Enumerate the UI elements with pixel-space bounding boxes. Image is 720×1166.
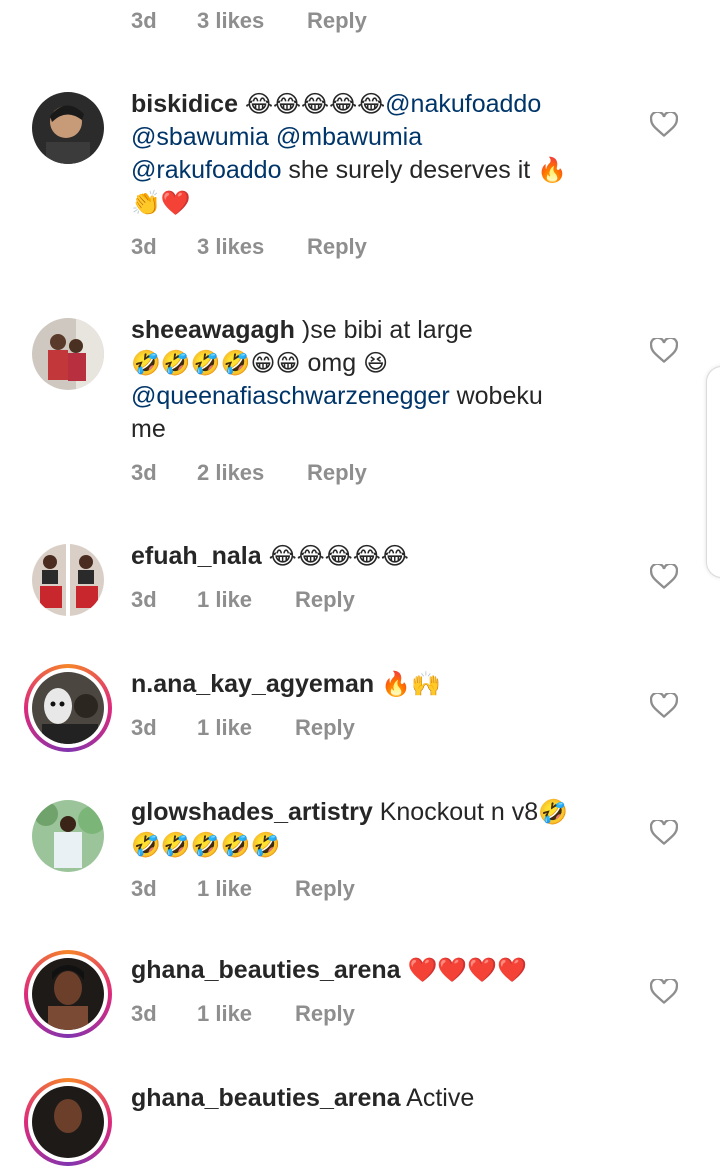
emoji-text: 😂😂😂😂😂 [268, 542, 409, 570]
avatar[interactable] [32, 800, 104, 872]
comment-username[interactable]: n.ana_kay_agyeman [131, 670, 374, 698]
avatar [32, 672, 104, 744]
heart-outline-icon[interactable] [650, 564, 678, 590]
avatar-story-ring[interactable] [24, 1078, 112, 1166]
emoji-text: 🔥🙌 [381, 670, 441, 698]
avatar[interactable] [32, 318, 104, 390]
comment-text: glowshades_artistry Knockout n v8🤣 🤣🤣🤣🤣🤣 [131, 796, 631, 862]
mention-link[interactable]: @rakufoaddo [131, 156, 281, 184]
avatar[interactable] [32, 92, 104, 164]
heart-outline-icon[interactable] [650, 338, 678, 364]
comment-likes[interactable]: 1 like [197, 876, 252, 902]
heart-outline-icon[interactable] [650, 693, 678, 719]
comment-likes[interactable]: 1 like [197, 1001, 252, 1027]
mention-link[interactable]: @mbawumia [276, 123, 422, 151]
comment-time: 3d [131, 8, 157, 33]
reply-button[interactable]: Reply [307, 8, 367, 34]
comment-body: she surely deserves it [281, 156, 538, 184]
comment-text: biskidice 😂😂😂😂😂@nakufoaddo @sbawumia @mb… [131, 88, 631, 220]
comment-body: )se bibi at large [294, 316, 473, 344]
emoji-text: 👏❤️ [131, 189, 191, 217]
mention-link[interactable]: @sbawumia [131, 123, 269, 151]
comment-body: wobeku [449, 382, 543, 410]
comment-username[interactable]: efuah_nala [131, 542, 262, 570]
comment-body: Knockout n v8 [372, 798, 539, 826]
reply-button[interactable]: Reply [295, 1001, 355, 1027]
emoji-text: 😂😂😂😂😂 [244, 90, 386, 118]
heart-outline-icon[interactable] [650, 820, 678, 846]
reply-button[interactable]: Reply [307, 234, 367, 260]
avatar-story-ring[interactable] [24, 664, 112, 752]
comment-username[interactable]: biskidice [131, 90, 238, 118]
reply-button[interactable]: Reply [307, 460, 367, 486]
comment-text: efuah_nala 😂😂😂😂😂 [131, 540, 631, 573]
avatar-story-ring[interactable] [24, 950, 112, 1038]
comment-likes[interactable]: 3 likes [197, 8, 264, 34]
emoji-text: 😆 [363, 349, 389, 377]
reply-button[interactable]: Reply [295, 876, 355, 902]
comment-likes[interactable]: 3 likes [197, 234, 264, 260]
emoji-text: ❤️❤️❤️❤️ [407, 956, 528, 984]
emoji-text: 🤣🤣🤣🤣😁😁 [131, 349, 301, 377]
comment-time: 3d [131, 876, 157, 901]
comment-time: 3d [131, 1001, 157, 1026]
comment-username[interactable]: glowshades_artistry [131, 798, 373, 826]
comment-text: sheeawagagh )se bibi at large 🤣🤣🤣🤣😁😁 omg… [131, 314, 631, 446]
comment-text: n.ana_kay_agyeman 🔥🙌 [131, 668, 631, 701]
mention-link[interactable]: @queenafiaschwarzenegger [131, 382, 450, 410]
avatar [32, 958, 104, 1030]
comment-body: omg [300, 349, 364, 377]
comment-time: 3d [131, 460, 157, 485]
comment-username[interactable]: sheeawagagh [131, 316, 295, 344]
comment-likes[interactable]: 1 like [197, 715, 252, 741]
mention-link[interactable]: @nakufoaddo [385, 90, 541, 118]
avatar [32, 1086, 104, 1158]
reply-button[interactable]: Reply [295, 587, 355, 613]
comment-likes[interactable]: 1 like [197, 587, 252, 613]
comment-username[interactable]: ghana_beauties_arena [131, 1084, 401, 1112]
emoji-text: 🔥 [537, 156, 568, 184]
emoji-text: 🤣🤣🤣🤣🤣 [131, 831, 281, 859]
comment-body: me [131, 415, 166, 443]
avatar[interactable] [32, 544, 104, 616]
heart-outline-icon[interactable] [650, 112, 678, 138]
comment-likes[interactable]: 2 likes [197, 460, 264, 486]
emoji-text: 🤣 [538, 798, 569, 826]
comment-text: ghana_beauties_arena ❤️❤️❤️❤️ [131, 954, 631, 987]
comment-time: 3d [131, 587, 157, 612]
heart-outline-icon[interactable] [650, 979, 678, 1005]
comment-body: Active [400, 1084, 475, 1112]
comment-time: 3d [131, 715, 157, 740]
side-scroll-handle[interactable] [706, 366, 720, 578]
comment-username[interactable]: ghana_beauties_arena [131, 956, 401, 984]
comment-time: 3d [131, 234, 157, 259]
comment-text: ghana_beauties_arena Active [131, 1082, 631, 1115]
reply-button[interactable]: Reply [295, 715, 355, 741]
